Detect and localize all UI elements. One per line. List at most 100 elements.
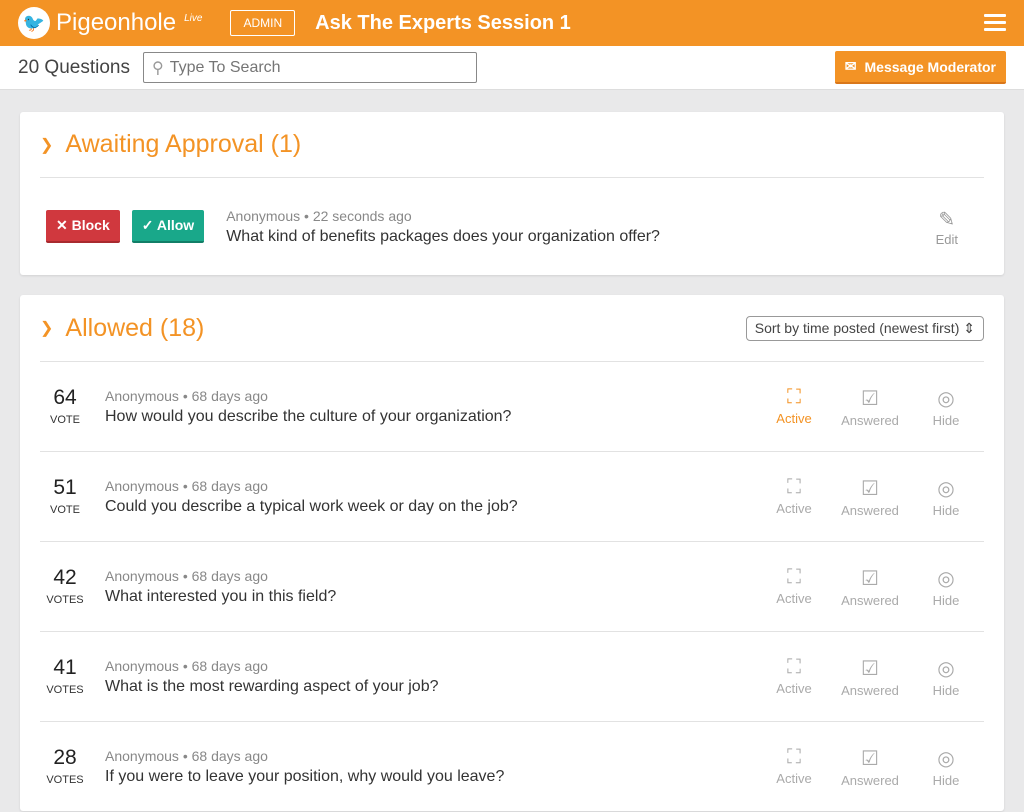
question-row: 41VOTES Anonymous • 68 days ago What is … bbox=[40, 631, 984, 721]
allowed-header[interactable]: ❯ Allowed (18) Sort by time posted (newest… bbox=[40, 295, 984, 361]
question-text: What is the most rewarding aspect of you… bbox=[105, 678, 439, 696]
vote-count: 42 VOTES bbox=[40, 566, 90, 608]
logo[interactable]: 🐦PigeonholeLive bbox=[18, 7, 202, 39]
answered-button[interactable]: ☑ Answered bbox=[832, 746, 908, 788]
author: Anonymous bbox=[105, 388, 179, 404]
vote-number: 28 bbox=[40, 746, 90, 770]
answered-button[interactable]: ☑Answered bbox=[832, 386, 908, 428]
author: Anonymous bbox=[226, 208, 300, 224]
question-text: How would you describe the culture of yo… bbox=[105, 408, 511, 426]
author: Anonymous bbox=[105, 568, 179, 584]
message-moderator-button[interactable]: ✉ Message Moderator bbox=[835, 51, 1006, 84]
vote-unit: VOTE bbox=[50, 504, 80, 516]
vote-number: 64 bbox=[40, 386, 90, 410]
time: 68 days ago bbox=[192, 568, 268, 584]
vote-count: 51VOTE bbox=[40, 476, 90, 518]
search-box[interactable]: ⚲ bbox=[143, 52, 477, 83]
chat-check-icon: ☑ bbox=[832, 566, 908, 591]
question-row: 64VOTE Anonymous • 68 days ago How would… bbox=[40, 361, 984, 451]
vote-unit: VOTE bbox=[50, 414, 80, 426]
vote-count: 41 VOTES bbox=[40, 656, 90, 698]
eye-slash-icon: ◎ bbox=[908, 656, 984, 681]
eye-slash-icon: ◎ bbox=[908, 476, 984, 501]
time: 68 days ago bbox=[192, 388, 268, 404]
hide-button[interactable]: ◎ Hide bbox=[908, 566, 984, 608]
message-label: Message Moderator bbox=[865, 59, 996, 75]
answered-label: Answered bbox=[841, 593, 899, 608]
active-button[interactable]: ⛶Active bbox=[756, 656, 832, 698]
author: Anonymous bbox=[105, 478, 179, 494]
toolbar: 20 Questions ⚲ ✉Message Moderator bbox=[0, 46, 1024, 90]
vote-number: 42 bbox=[40, 566, 90, 590]
vote-unit: VOTES bbox=[46, 594, 83, 606]
time: 68 days ago bbox=[192, 748, 268, 764]
hide-button[interactable]: ◎Hide bbox=[908, 386, 984, 428]
active-button[interactable]: ⛶ Active bbox=[756, 476, 832, 518]
eye-slash-icon: ◎ bbox=[908, 386, 984, 411]
sort-select[interactable]: Sort by time posted (newest first) ⇕ bbox=[746, 316, 984, 341]
vote-number: 41 bbox=[40, 656, 90, 680]
active-label: Active bbox=[776, 501, 811, 516]
hide-button[interactable]: ◎Hide bbox=[908, 746, 984, 788]
allow-button[interactable]: ✓ Allow bbox=[132, 210, 204, 243]
presentation-icon: ⛶ bbox=[756, 746, 832, 769]
logo-sup: Live bbox=[184, 13, 202, 24]
author: Anonymous bbox=[105, 748, 179, 764]
block-label: Block bbox=[72, 217, 110, 233]
time: 68 days ago bbox=[192, 478, 268, 494]
answered-button[interactable]: ☑Answered bbox=[832, 476, 908, 518]
hide-button[interactable]: ◎ Hide bbox=[908, 656, 984, 698]
answered-button[interactable]: ☑ Answered bbox=[832, 566, 908, 608]
presentation-icon: ⛶ bbox=[756, 476, 832, 499]
presentation-icon: ⛶ bbox=[756, 386, 832, 409]
time: 22 seconds ago bbox=[313, 208, 412, 224]
allowed-title: Allowed (18) bbox=[65, 314, 204, 343]
chevron-down-icon: ❯ bbox=[40, 318, 53, 338]
hide-label: Hide bbox=[933, 503, 960, 518]
active-label: Active bbox=[776, 591, 811, 606]
hide-label: Hide bbox=[933, 593, 960, 608]
vote-count: 64 VOTE bbox=[40, 386, 90, 428]
question-row: 42VOTES Anonymous • 68 days ago What int… bbox=[40, 541, 984, 631]
edit-button[interactable]: ✎Edit bbox=[936, 207, 958, 247]
chevron-down-icon: ❯ bbox=[40, 135, 53, 155]
hide-button[interactable]: ◎ Hide bbox=[908, 476, 984, 518]
block-button[interactable]: ✕ Block bbox=[46, 210, 120, 243]
vote-count: 28 VOTES bbox=[40, 746, 90, 788]
active-button[interactable]: ⛶ Active bbox=[756, 566, 832, 608]
active-label: Active bbox=[776, 771, 811, 786]
hide-label: Hide bbox=[933, 683, 960, 698]
question-text: What interested you in this field? bbox=[105, 588, 336, 606]
edit-label: Edit bbox=[936, 232, 958, 247]
search-input[interactable] bbox=[170, 59, 450, 77]
presentation-icon: ⛶ bbox=[756, 566, 832, 589]
chat-check-icon: ☑ bbox=[832, 476, 908, 501]
vote-unit: VOTES bbox=[46, 774, 83, 786]
question-row: 51VOTE Anonymous • 68 days ago Could you… bbox=[40, 451, 984, 541]
admin-badge[interactable]: ADMIN bbox=[230, 10, 295, 36]
awaiting-header[interactable]: ❯ Awaiting Approval (1) bbox=[40, 112, 984, 178]
active-button[interactable]: ⛶ Active bbox=[756, 386, 832, 428]
vote-unit: VOTES bbox=[46, 684, 83, 696]
hamburger-menu-icon[interactable] bbox=[984, 14, 1006, 35]
answered-label: Answered bbox=[841, 773, 899, 788]
question-text: Could you describe a typical work week o… bbox=[105, 498, 518, 516]
author: Anonymous bbox=[105, 658, 179, 674]
envelope-icon: ✉ bbox=[845, 58, 857, 75]
active-label: Active bbox=[776, 681, 811, 696]
answered-button[interactable]: ☑Answered bbox=[832, 656, 908, 698]
pending-question: ✕ Block ✓ Allow Anonymous • 22 seconds a… bbox=[40, 178, 984, 275]
chat-check-icon: ☑ bbox=[832, 656, 908, 681]
search-icon: ⚲ bbox=[152, 58, 164, 78]
time: 68 days ago bbox=[192, 658, 268, 674]
awaiting-title: Awaiting Approval (1) bbox=[65, 130, 301, 159]
chat-check-icon: ☑ bbox=[832, 746, 908, 771]
active-button[interactable]: ⛶ Active bbox=[756, 746, 832, 788]
chat-check-icon: ☑ bbox=[832, 386, 908, 411]
allow-label: Allow bbox=[157, 217, 194, 233]
eye-slash-icon: ◎ bbox=[908, 746, 984, 771]
question-text: If you were to leave your position, why … bbox=[105, 768, 504, 786]
sort-value: Sort by time posted (newest first) bbox=[755, 320, 960, 336]
active-label: Active bbox=[776, 411, 811, 426]
eye-slash-icon: ◎ bbox=[908, 566, 984, 591]
